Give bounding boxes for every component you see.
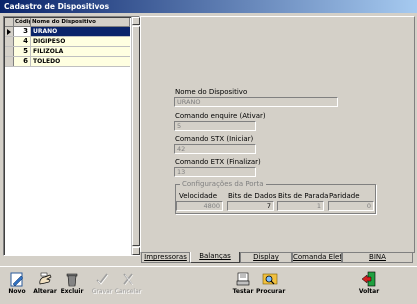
gravar-button[interactable]: Gravar xyxy=(88,270,116,302)
paridade-field[interactable]: 0 xyxy=(328,201,374,211)
row-nome[interactable]: URANO xyxy=(31,27,130,36)
scroll-thumb[interactable] xyxy=(132,26,140,246)
cancelar-label: Cancelar xyxy=(114,288,142,295)
scroll-up-button[interactable] xyxy=(132,17,140,25)
configuracoes-porta-legend: Configurações da Porta xyxy=(180,180,266,188)
tab-label: Comanda Elet. xyxy=(293,253,342,261)
row-nome[interactable]: FILIZOLA xyxy=(31,47,130,56)
velocidade-label: Velocidade xyxy=(179,192,218,200)
velocidade-field[interactable]: 4800 xyxy=(176,201,223,211)
tab-label: Display xyxy=(253,253,279,261)
table-row[interactable]: 3 URANO xyxy=(5,27,130,37)
row-codigo[interactable]: 5 xyxy=(14,47,31,56)
indicator-header xyxy=(5,18,14,27)
voltar-button[interactable]: Voltar xyxy=(355,270,383,302)
window-title: Cadastro de Dispositivos xyxy=(0,0,417,13)
row-indicator xyxy=(5,27,14,36)
cancel-x-icon xyxy=(123,273,134,286)
voltar-label: Voltar xyxy=(358,288,380,295)
tab-label: Balanças xyxy=(199,252,231,260)
row-nome[interactable]: DIGIPESO xyxy=(31,37,130,46)
bits-dados-field[interactable]: 7 xyxy=(227,201,274,211)
test-printer-icon xyxy=(236,272,250,286)
alterar-button[interactable]: Alterar xyxy=(31,270,59,302)
comando-etx-field[interactable]: 13 xyxy=(174,167,256,177)
novo-button[interactable]: Novo xyxy=(3,270,31,302)
tab-balancas[interactable]: Balanças xyxy=(190,252,240,263)
row-codigo[interactable]: 6 xyxy=(14,57,31,66)
comando-enquire-label: Comando enquire (Ativar) xyxy=(175,112,266,120)
devices-grid[interactable]: Códig Nome do Dispositivo 3 URANO 4 DIGI… xyxy=(3,16,140,256)
bottom-toolbar: Novo Alterar Excluir Gravar Cancelar Tes… xyxy=(0,266,417,304)
row-codigo[interactable]: 3 xyxy=(14,27,31,36)
tab-bina[interactable]: BINA xyxy=(342,253,413,263)
row-codigo[interactable]: 4 xyxy=(14,37,31,46)
edit-hand-icon xyxy=(39,272,52,285)
tab-comanda-elet[interactable]: Comanda Elet. xyxy=(292,253,342,263)
checkmark-icon xyxy=(96,273,109,285)
row-indicator xyxy=(5,37,14,46)
tab-label: Impressoras xyxy=(144,253,187,261)
column-header-codigo[interactable]: Códig xyxy=(14,18,31,27)
search-icon xyxy=(262,273,278,285)
comando-etx-label: Comando ETX (Finalizar) xyxy=(175,158,261,166)
testar-button[interactable]: Testar xyxy=(229,270,257,302)
tab-display[interactable]: Display xyxy=(240,253,292,263)
table-row[interactable]: 6 TOLEDO xyxy=(5,57,130,67)
current-row-arrow-icon xyxy=(7,29,11,35)
row-indicator xyxy=(5,47,14,56)
nome-dispositivo-label: Nome do Dispositivo xyxy=(175,88,248,96)
tab-label: BINA xyxy=(369,253,386,261)
gravar-label: Gravar xyxy=(91,288,113,295)
exit-door-icon xyxy=(361,271,376,287)
trash-bin-icon xyxy=(66,273,78,287)
tab-strip: Impressoras Balanças Display Comanda Ele… xyxy=(141,252,415,264)
paridade-label: Paridade xyxy=(329,192,360,200)
column-header-nome[interactable]: Nome do Dispositivo xyxy=(31,18,130,27)
comando-stx-field[interactable]: 42 xyxy=(174,144,256,154)
bits-parada-field[interactable]: 1 xyxy=(277,201,324,211)
testar-label: Testar xyxy=(232,288,254,295)
scroll-down-button[interactable] xyxy=(132,247,140,255)
alterar-label: Alterar xyxy=(33,288,57,295)
comando-stx-label: Comando STX (Iniciar) xyxy=(175,135,254,143)
grid-vertical-scrollbar[interactable] xyxy=(131,17,140,255)
comando-enquire-field[interactable]: 5 xyxy=(174,121,256,131)
row-nome[interactable]: TOLEDO xyxy=(31,57,130,66)
grid-header: Códig Nome do Dispositivo xyxy=(5,18,130,27)
cancelar-button[interactable]: Cancelar xyxy=(114,270,142,302)
procurar-label: Procurar xyxy=(256,288,286,295)
excluir-label: Excluir xyxy=(60,288,84,295)
tab-impressoras[interactable]: Impressoras xyxy=(141,253,190,263)
procurar-button[interactable]: Procurar xyxy=(256,270,286,302)
table-row[interactable]: 4 DIGIPESO xyxy=(5,37,130,47)
nome-dispositivo-field[interactable]: URANO xyxy=(174,97,338,107)
bits-dados-label: Bits de Dados xyxy=(228,192,277,200)
row-indicator xyxy=(5,57,14,66)
excluir-button[interactable]: Excluir xyxy=(58,270,86,302)
bits-parada-label: Bits de Parada xyxy=(278,192,329,200)
table-row[interactable]: 5 FILIZOLA xyxy=(5,47,130,57)
novo-label: Novo xyxy=(8,288,26,295)
new-document-icon xyxy=(10,272,24,287)
